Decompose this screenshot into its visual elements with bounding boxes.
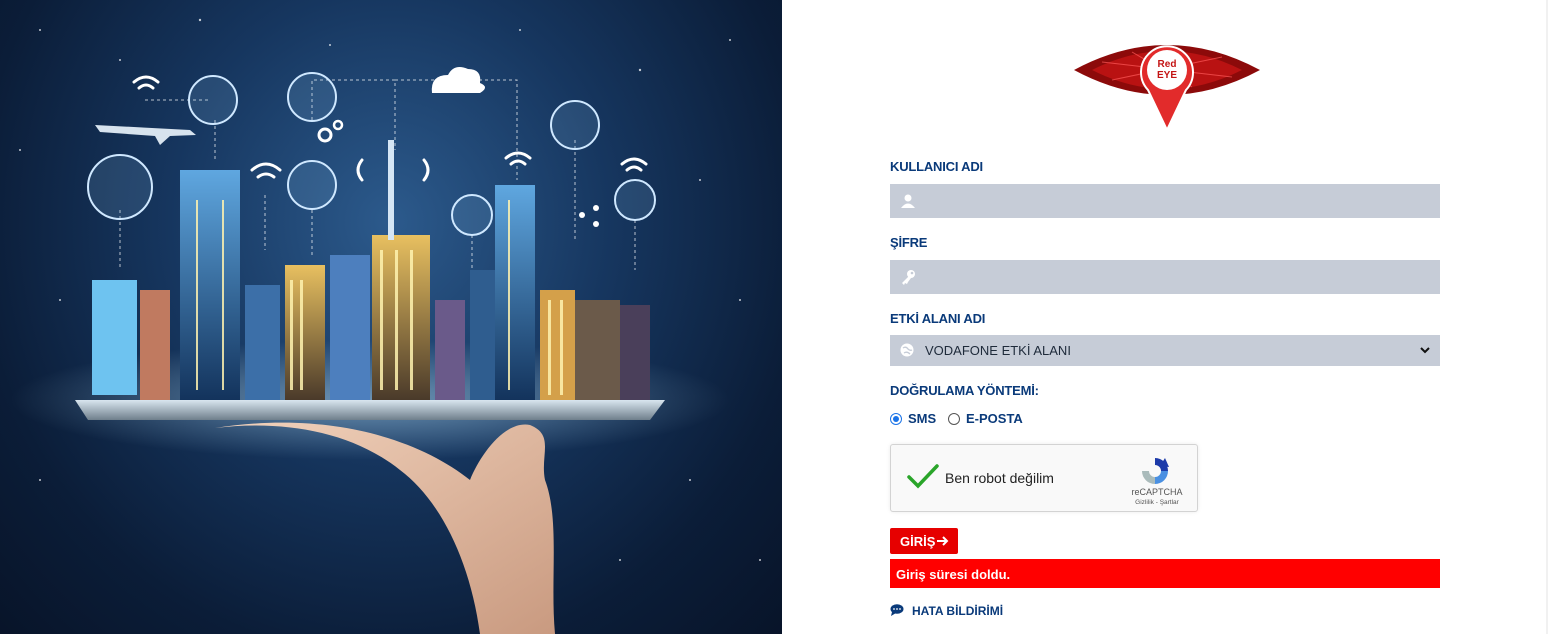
- password-label: ŞİFRE: [890, 235, 928, 250]
- radio-email-label: E-POSTA: [966, 411, 1023, 426]
- checkmark-icon[interactable]: [907, 463, 939, 489]
- recaptcha-links[interactable]: Gizlilik - Şartlar: [1119, 499, 1195, 506]
- recaptcha-logo-icon: [1142, 458, 1169, 484]
- domain-select-value: VODAFONE ETKİ ALANI: [925, 343, 1071, 358]
- domain-label: ETKİ ALANI ADI: [890, 311, 986, 326]
- username-field[interactable]: [890, 184, 1440, 218]
- recaptcha-brand: reCAPTCHA: [1131, 487, 1183, 497]
- error-report-label: HATA BİLDİRİMİ: [912, 604, 1004, 618]
- password-input[interactable]: [926, 260, 1426, 294]
- radio-email-indicator[interactable]: [948, 413, 960, 425]
- recaptcha-widget[interactable]: Ben robot değilim reCAPTCHA Gizlilik - Ş…: [890, 444, 1198, 512]
- chevron-down-icon: [1420, 347, 1430, 354]
- radio-sms-label: SMS: [908, 411, 937, 426]
- verify-label: DOĞRULAMA YÖNTEMİ:: [890, 383, 1039, 398]
- smart-city-illustration: [10, 18, 761, 634]
- login-button-label: GİRİŞ: [900, 534, 936, 549]
- redeye-logo: Red EYE: [1074, 45, 1260, 132]
- username-input[interactable]: [926, 184, 1426, 218]
- logo-text-line2: EYE: [1157, 70, 1177, 81]
- logo-text-line1: Red: [1158, 59, 1177, 70]
- arrow-right-icon: [937, 536, 949, 546]
- login-button[interactable]: GİRİŞ: [890, 528, 958, 554]
- login-panel: Red EYE KULLANICI ADI ŞİFRE ETKİ ALANI A…: [782, 0, 1548, 634]
- username-label: KULLANICI ADI: [890, 159, 983, 174]
- recaptcha-label: Ben robot değilim: [945, 470, 1054, 486]
- hero-image: [0, 0, 782, 634]
- error-message: Giriş süresi doldu.: [896, 567, 1011, 582]
- error-banner: Giriş süresi doldu.: [890, 559, 1440, 588]
- domain-select[interactable]: VODAFONE ETKİ ALANI: [890, 335, 1440, 366]
- user-icon: [901, 194, 915, 208]
- radio-sms-indicator[interactable]: [890, 413, 902, 425]
- key-icon: [902, 270, 915, 285]
- globe-icon: [900, 343, 914, 357]
- comment-icon: [890, 604, 904, 616]
- password-field[interactable]: [890, 260, 1440, 294]
